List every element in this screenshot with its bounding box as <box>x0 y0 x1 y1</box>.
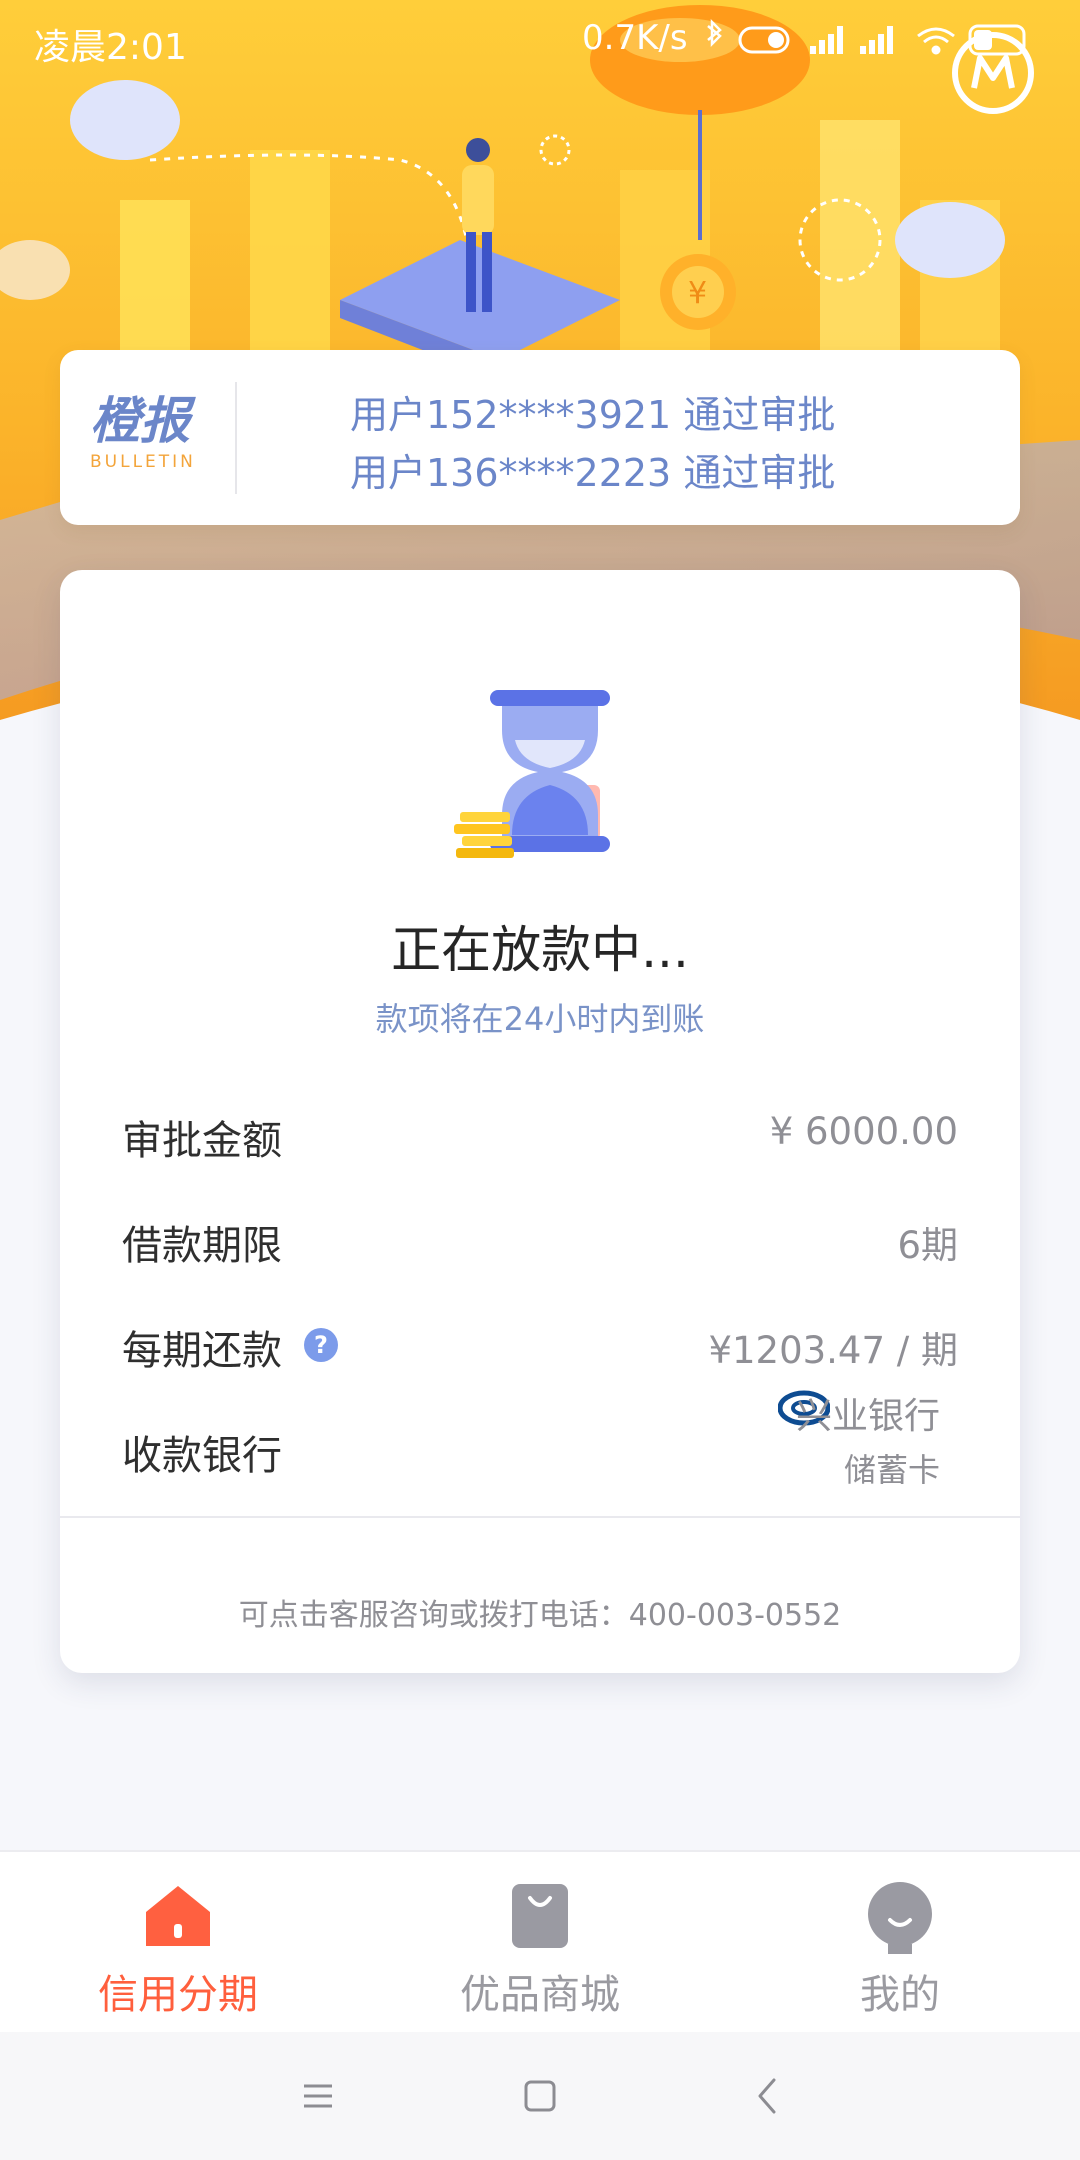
back-icon[interactable] <box>742 2070 794 2122</box>
term-label: 借款期限 <box>122 1223 282 1269</box>
bulletin-messages: 用户152****3921 通过审批 用户136****2223 通过审批 <box>350 386 835 502</box>
shopping-bag-icon <box>512 1884 568 1948</box>
bulletin-logo-sub: BULLETIN <box>90 452 196 472</box>
status-time: 凌晨2:01 <box>34 27 187 68</box>
loan-status-card: 正在放款中... 款项将在24小时内到账 审批金额 ¥ 6000.00 借款期限… <box>60 570 1020 1673</box>
status-bar: 凌晨2:01 0.7K/s <box>0 0 1080 80</box>
term-value: 6期 <box>897 1224 958 1267</box>
bulletin-message: 用户152****3921 通过审批 <box>350 393 836 437</box>
installment-value: ¥1203.47 / 期 <box>708 1329 958 1372</box>
home-button-icon[interactable] <box>514 2070 566 2122</box>
detail-row-installment: 每期还款 ? ¥1203.47 / 期 <box>122 1310 958 1374</box>
bank-label: 收款银行 <box>122 1433 282 1479</box>
bulletin-card[interactable]: 橙报 BULLETIN 用户152****3921 通过审批 用户136****… <box>60 350 1020 525</box>
detail-row-amount: 审批金额 ¥ 6000.00 <box>122 1100 958 1164</box>
menu-icon[interactable] <box>292 2070 344 2122</box>
wifi-icon <box>917 27 955 55</box>
card-divider <box>60 1516 1020 1518</box>
loan-status-title: 正在放款中... <box>391 921 689 979</box>
detail-row-bank: 收款银行 兴业银行 储蓄卡 <box>122 1390 958 1489</box>
tab-label: 信用分期 <box>98 1972 258 2018</box>
customer-service-text[interactable]: 可点击客服咨询或拨打电话：400-003-0552 <box>60 1590 1020 1634</box>
amount-value: ¥ 6000.00 <box>769 1110 958 1153</box>
amount-label: 审批金额 <box>122 1118 282 1164</box>
card-type: 储蓄卡 <box>843 1451 940 1489</box>
detail-row-term: 借款期限 6期 <box>122 1205 958 1269</box>
signal-hd-icon <box>860 26 893 54</box>
tab-mine[interactable]: 我的 <box>750 1876 1050 2020</box>
bulletin-logo: 橙报 BULLETIN <box>90 391 240 473</box>
bulletin-divider <box>235 382 237 494</box>
signal-icon <box>810 26 843 54</box>
tab-label: 我的 <box>860 1972 940 2018</box>
bottom-tab-bar: 信用分期 优品商城 我的 <box>0 1850 1080 2032</box>
home-icon <box>146 1886 210 1946</box>
tab-label: 优品商城 <box>460 1972 620 2018</box>
hourglass-icon <box>454 690 610 858</box>
tab-credit-installment[interactable]: 信用分期 <box>28 1876 328 2020</box>
question-icon[interactable]: ? <box>304 1328 338 1362</box>
system-nav-bar <box>0 2032 1080 2160</box>
app-logo-icon <box>952 32 1034 114</box>
bulletin-logo-main: 橙报 <box>90 391 190 450</box>
loan-status-subtitle: 款项将在24小时内到账 <box>375 1000 705 1038</box>
bank-name: 兴业银行 <box>795 1396 940 1437</box>
profile-icon <box>868 1882 932 1954</box>
bluetooth-icon <box>707 18 722 48</box>
network-speed: 0.7K/s <box>582 18 688 58</box>
tab-mall[interactable]: 优品商城 <box>390 1876 690 2020</box>
installment-label: 每期还款 <box>122 1328 282 1374</box>
bulletin-message: 用户136****2223 通过审批 <box>350 451 836 495</box>
svg-text:¥: ¥ <box>688 276 707 311</box>
